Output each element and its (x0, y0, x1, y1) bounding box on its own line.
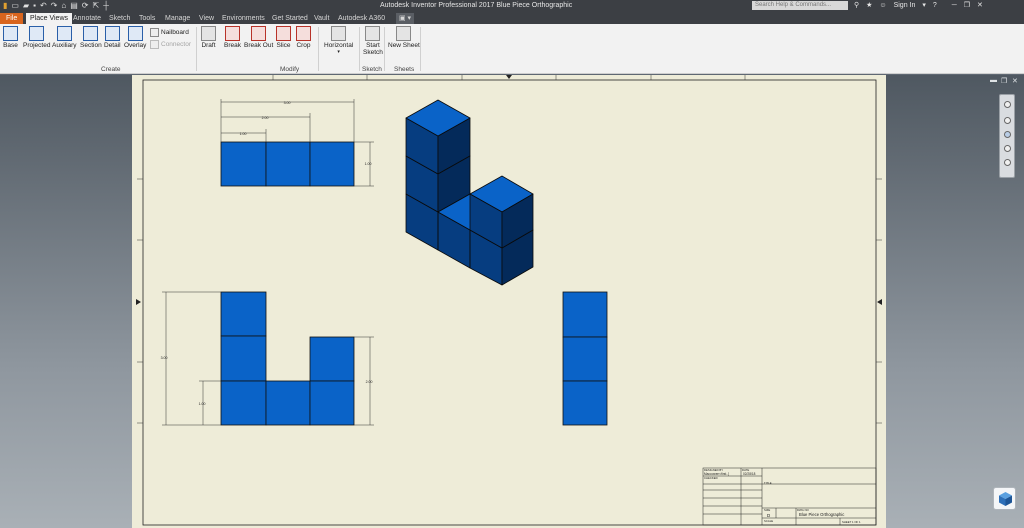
dimension-top-depth: 1.00 (365, 162, 372, 166)
orbit-icon[interactable] (1004, 145, 1011, 152)
cube-icon (999, 492, 1012, 506)
side-view[interactable] (562, 291, 608, 426)
view-cube-icon[interactable] (993, 487, 1016, 510)
dimension-top-overall: 3.00 (284, 101, 291, 105)
drawing-canvas[interactable]: 3.00 2.00 1.00 1.00 3.00 2.00 1.00 DESIG… (0, 0, 1024, 528)
dwg-no-value: Blue Piece Orthographic (799, 512, 844, 517)
dimension-top-two: 2.00 (262, 116, 269, 120)
checked-label: CHECKED (704, 476, 718, 480)
zoom-icon[interactable] (1004, 131, 1011, 138)
title-label: TITLE (764, 481, 772, 485)
dimension-top-one: 1.00 (240, 132, 247, 136)
steering-wheel-icon[interactable] (1004, 101, 1011, 108)
navigation-bar[interactable] (999, 94, 1015, 178)
sheet-number: SHEET 1 OF 1 (842, 520, 861, 524)
scale-label: SCALE (764, 519, 773, 523)
size-label: SIZE (764, 508, 770, 512)
look-at-icon[interactable] (1004, 159, 1011, 166)
dimension-front-height: 3.00 (161, 356, 168, 360)
dimension-front-base: 1.00 (199, 402, 206, 406)
drawn-date-value: 02/28/18 (743, 472, 756, 476)
pan-icon[interactable] (1004, 117, 1011, 124)
top-view[interactable] (220, 141, 355, 187)
dimension-front-right-height: 2.00 (366, 380, 373, 384)
